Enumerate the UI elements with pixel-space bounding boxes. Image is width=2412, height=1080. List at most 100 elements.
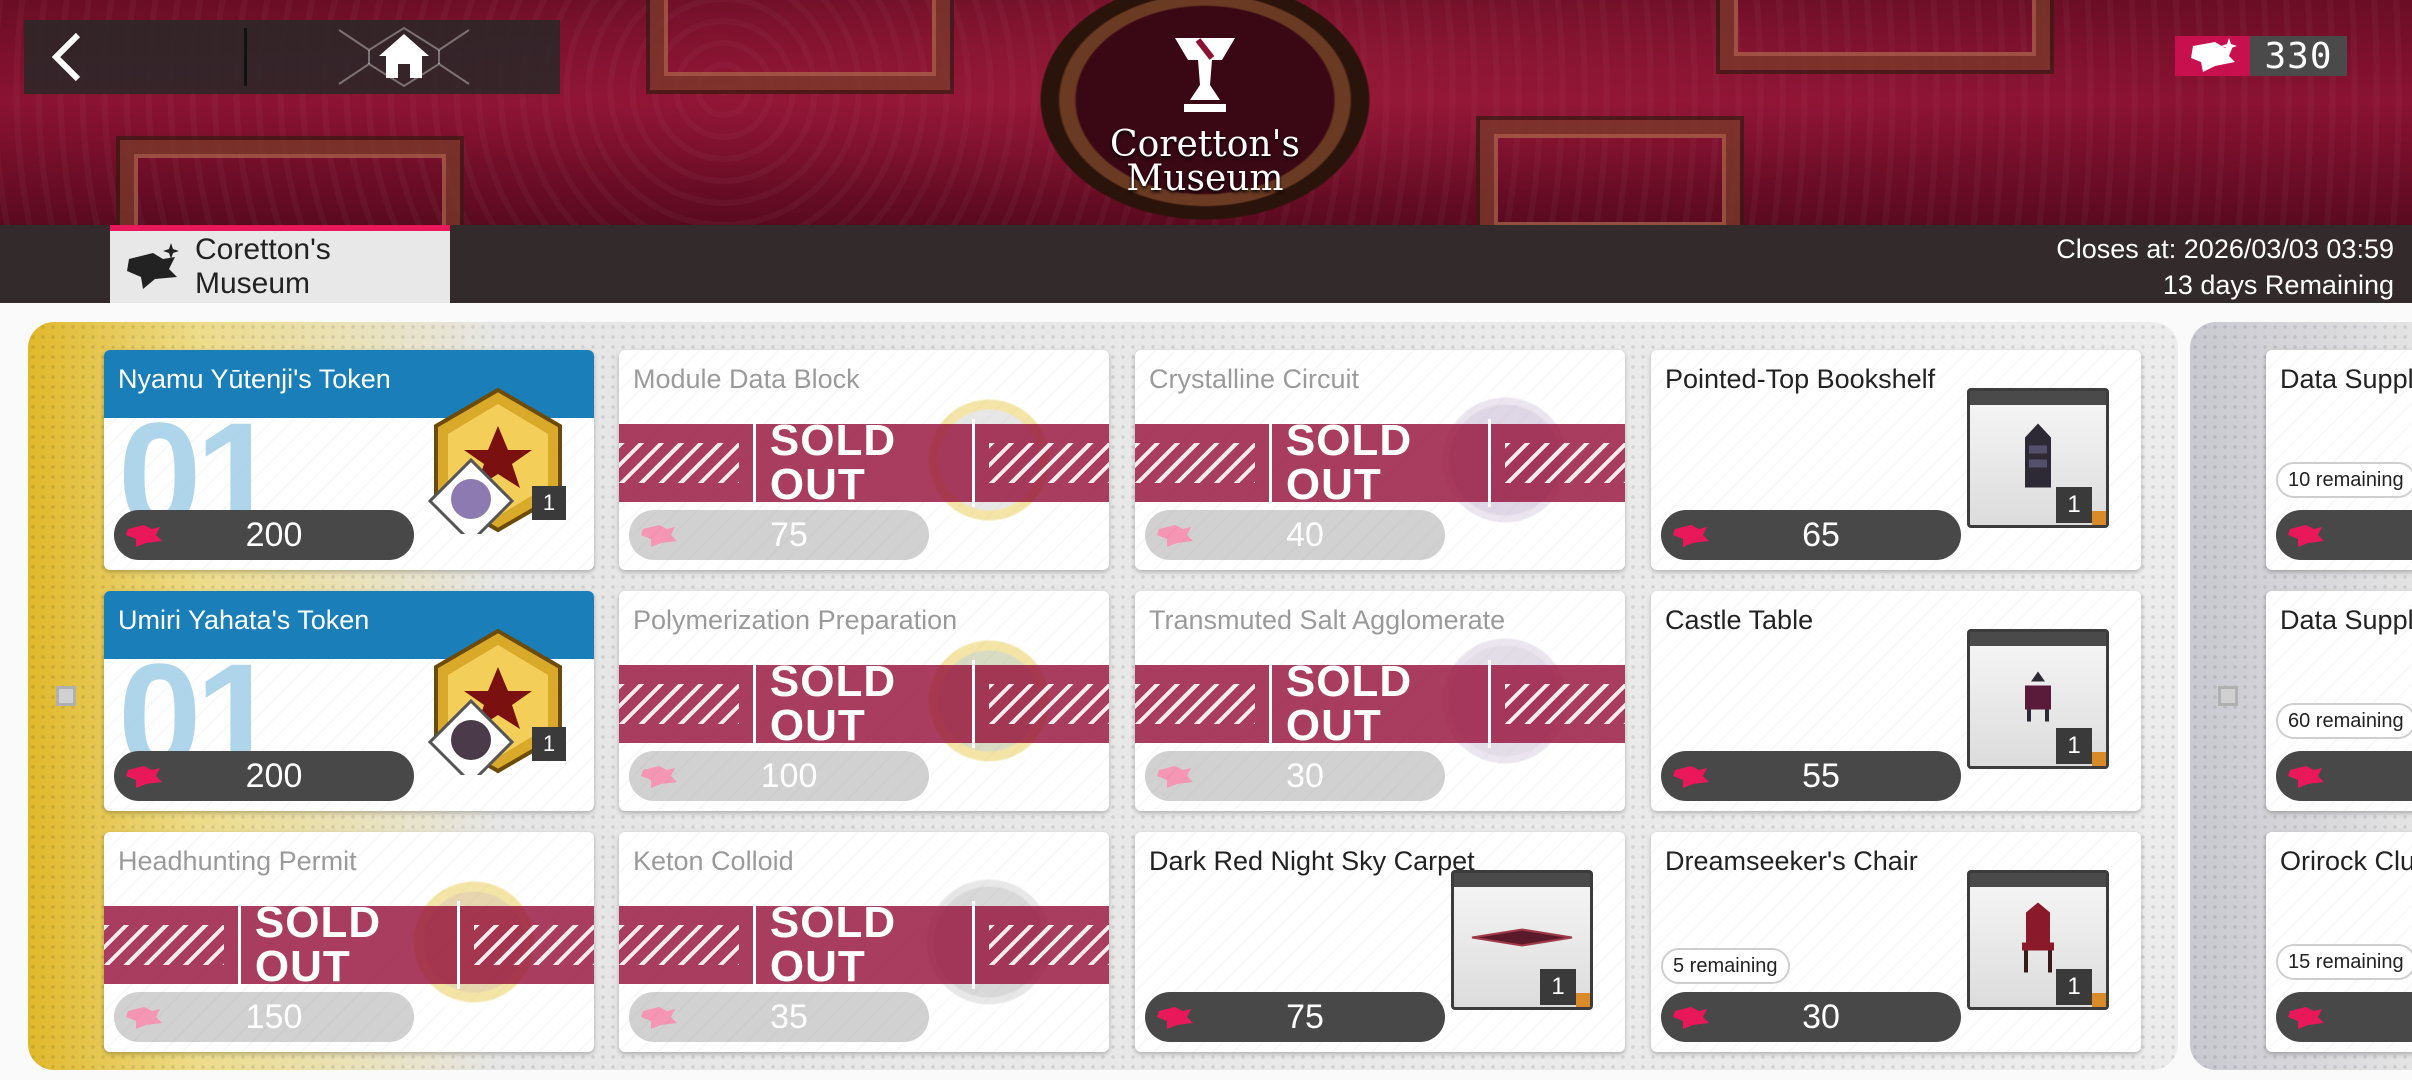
price-tag	[2276, 751, 2412, 801]
item-quantity: 1	[2056, 969, 2092, 1005]
price-tag: 40	[1145, 510, 1445, 560]
remaining-badge: 15 remaining	[2276, 944, 2412, 980]
shop-item-card[interactable]: Module Data Block 75 SOLD OUT	[619, 350, 1109, 570]
remaining-badge: 5 remaining	[1661, 948, 1790, 984]
currency-value: 330	[2264, 35, 2333, 77]
furniture-preview: 1	[1967, 388, 2109, 528]
item-title: Data Supple	[2280, 605, 2412, 635]
shop-credit-icon	[2175, 36, 2250, 76]
stripes-decoration	[989, 443, 1109, 483]
sold-out-label: SOLD OUT	[1268, 660, 1492, 748]
price-tag: 150	[114, 992, 414, 1042]
home-icon	[337, 26, 470, 88]
museum-title: Coretton's Museum	[1040, 127, 1370, 199]
shop-tab-strip: Coretton's Museum Closes at: 2026/03/03 …	[0, 225, 2412, 303]
shop-item-card[interactable]: Polymerization Preparation 100 SOLD OUT	[619, 591, 1109, 811]
bookshelf-icon	[2023, 423, 2053, 493]
sold-out-banner: SOLD OUT	[619, 901, 1109, 989]
operator-token-icon: 1	[424, 627, 572, 786]
price-value: 100	[760, 756, 818, 795]
shop-item-card[interactable]: Nyamu Yūtenji's Token 01 1 200	[104, 350, 594, 570]
carpet-icon	[1462, 928, 1582, 953]
sold-out-label: SOLD OUT	[752, 901, 976, 989]
home-button[interactable]	[247, 20, 560, 94]
remaining-badge: 10 remaining	[2276, 462, 2412, 498]
closes-at-text: Closes at: 2026/03/03 03:59	[2056, 234, 2394, 264]
group-marker	[56, 686, 76, 706]
price-tag: 75	[629, 510, 929, 560]
item-title: Pointed-Top Bookshelf	[1665, 364, 1936, 394]
shop-credit-icon	[114, 762, 174, 790]
price-tag: 30	[1661, 992, 1961, 1042]
sold-out-label: SOLD OUT	[1268, 419, 1492, 507]
remaining-badge: 60 remaining	[2276, 703, 2412, 739]
shop-item-card[interactable]: Umiri Yahata's Token 01 1 200	[104, 591, 594, 811]
price-value: 200	[245, 756, 303, 795]
museum-shop-icon	[122, 241, 183, 293]
painting-frame	[650, 0, 950, 90]
chair-icon	[2020, 902, 2056, 978]
shop-item-card[interactable]: Data Supple 60 remaining	[2266, 591, 2412, 811]
castle-table-icon	[2021, 671, 2055, 727]
stripes-decoration	[1135, 684, 1255, 724]
shop-item-card[interactable]: Data Suppler 10 remaining	[2266, 350, 2412, 570]
item-title: Transmuted Salt Agglomerate	[1149, 605, 1506, 635]
goblet-icon	[1160, 30, 1250, 120]
rarity-corner	[2092, 993, 2106, 1007]
sold-out-banner: SOLD OUT	[619, 660, 1109, 748]
sold-out-label: SOLD OUT	[752, 419, 976, 507]
painting-frame	[1720, 0, 2050, 70]
shop-credit-icon	[1145, 762, 1205, 790]
shop-item-card[interactable]: Orirock Clus 15 remaining	[2266, 832, 2412, 1052]
price-value: 30	[1802, 997, 1840, 1036]
stripes-decoration	[619, 684, 739, 724]
painting-frame	[120, 140, 460, 225]
currency-display: 330	[2175, 35, 2347, 77]
shop-credit-icon	[2276, 1003, 2336, 1031]
shop-item-card[interactable]: Castle Table 1 55	[1651, 591, 2141, 811]
item-title: Module Data Block	[633, 364, 860, 394]
item-quantity: 1	[532, 486, 566, 520]
sold-out-banner: SOLD OUT	[1135, 419, 1625, 507]
shop-credit-icon	[1145, 521, 1205, 549]
shop-item-card[interactable]: Dreamseeker's Chair 5 remaining 1 30	[1651, 832, 2141, 1052]
sold-out-banner: SOLD OUT	[1135, 660, 1625, 748]
item-quantity: 1	[1540, 969, 1576, 1005]
chevron-left-icon	[51, 32, 81, 82]
stripes-decoration	[619, 925, 739, 965]
museum-title-line2: Museum	[1126, 158, 1284, 199]
stripes-decoration	[1135, 443, 1255, 483]
shop-item-card[interactable]: Headhunting Permit 150 SOLD OUT	[104, 832, 594, 1052]
tab-label: Coretton's Museum	[195, 233, 331, 300]
shop-item-card[interactable]: Transmuted Salt Agglomerate 30 SOLD OUT	[1135, 591, 1625, 811]
item-quantity: 1	[532, 727, 566, 761]
price-tag	[2276, 992, 2412, 1042]
price-tag	[2276, 510, 2412, 560]
shop-item-card[interactable]: Dark Red Night Sky Carpet 1 75	[1135, 832, 1625, 1052]
shop-item-card[interactable]: Keton Colloid 35 SOLD OUT	[619, 832, 1109, 1052]
price-value: 75	[770, 515, 808, 554]
item-title: Dreamseeker's Chair	[1665, 846, 1918, 876]
price-tag: 55	[1661, 751, 1961, 801]
sold-out-banner: SOLD OUT	[619, 419, 1109, 507]
rarity-corner	[2092, 752, 2106, 766]
sold-out-banner: SOLD OUT	[104, 901, 594, 989]
shop-item-card[interactable]: Pointed-Top Bookshelf 1 65	[1651, 350, 2141, 570]
shop-credit-icon	[1661, 1003, 1721, 1031]
price-tag: 200	[114, 510, 414, 560]
item-title: Data Suppler	[2280, 364, 2412, 394]
sold-out-label: SOLD OUT	[752, 660, 976, 748]
top-nav	[24, 20, 560, 94]
tab-corettons-museum[interactable]: Coretton's Museum	[110, 225, 450, 303]
item-title: Crystalline Circuit	[1149, 364, 1360, 394]
item-title: Castle Table	[1665, 605, 1814, 635]
furniture-preview: 1	[1967, 870, 2109, 1010]
group-marker	[2218, 686, 2238, 706]
shop-item-card[interactable]: Crystalline Circuit 40 SOLD OUT	[1135, 350, 1625, 570]
item-title: Headhunting Permit	[118, 846, 357, 876]
shop-credit-icon	[629, 521, 689, 549]
price-value: 65	[1802, 515, 1840, 554]
back-button[interactable]	[24, 20, 244, 94]
item-quantity: 1	[2056, 487, 2092, 523]
item-title: Keton Colloid	[633, 846, 794, 876]
